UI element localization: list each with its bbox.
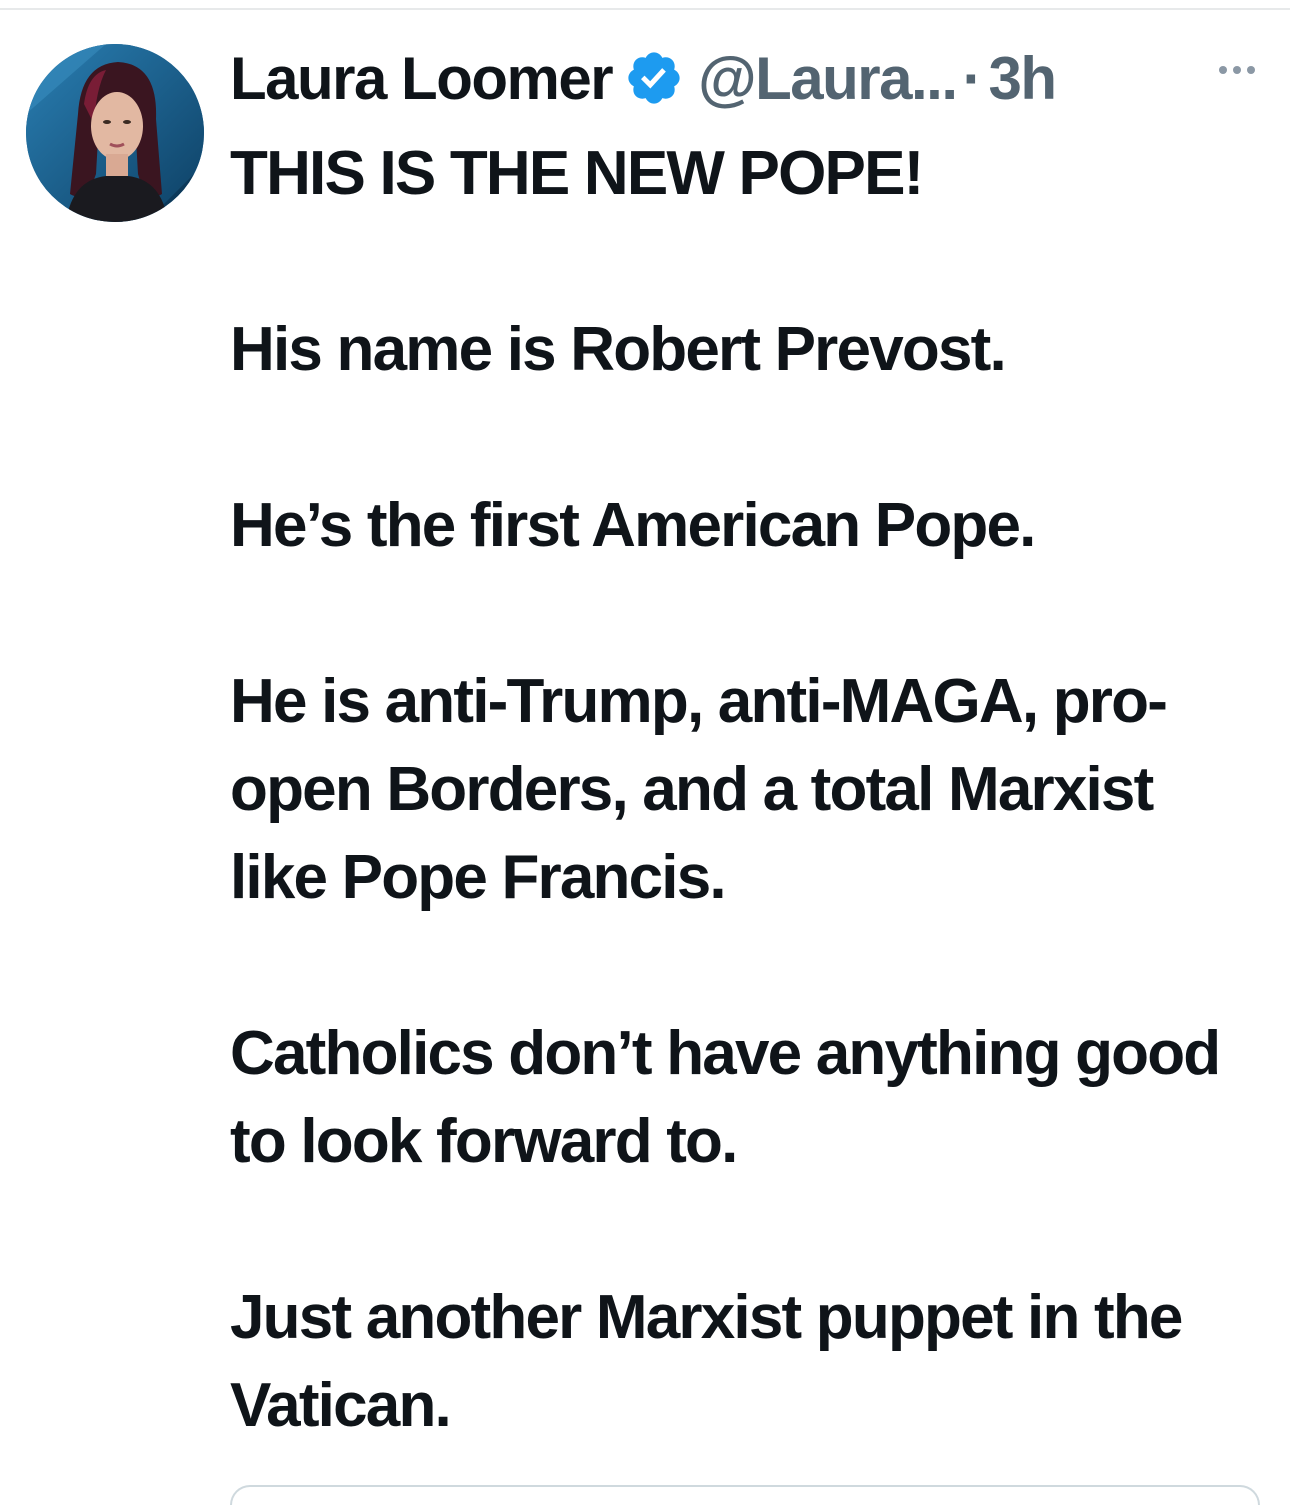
author-display-name[interactable]: Laura Loomer xyxy=(230,44,614,113)
tweet-paragraph: THIS IS THE NEW POPE! xyxy=(230,139,924,208)
author-handle[interactable]: @Laura... xyxy=(698,44,958,113)
tweet-paragraph: His name is Robert Prevost. xyxy=(230,315,1007,384)
top-divider xyxy=(0,8,1290,10)
tweet-text: THIS IS THE NEW POPE! His name is Robert… xyxy=(230,130,1230,1450)
tweet-header: Laura Loomer @Laura... · 3h xyxy=(230,38,1057,118)
tweet-paragraph: He’s the first American Pope. xyxy=(230,491,1036,560)
avatar[interactable] xyxy=(26,44,204,222)
media-card-edge[interactable] xyxy=(230,1485,1260,1505)
more-options-icon[interactable] xyxy=(1212,50,1262,90)
tweet-timestamp[interactable]: 3h xyxy=(988,44,1057,113)
tweet-paragraph: Just another Marxist puppet in the Vatic… xyxy=(230,1283,1183,1440)
tweet-paragraph: Catholics don’t have anything good to lo… xyxy=(230,1019,1221,1176)
separator-dot: · xyxy=(962,44,983,112)
tweet-paragraph: He is anti-Trump, anti-MAGA, pro-open Bo… xyxy=(230,667,1168,912)
verified-badge-icon[interactable] xyxy=(624,48,684,108)
